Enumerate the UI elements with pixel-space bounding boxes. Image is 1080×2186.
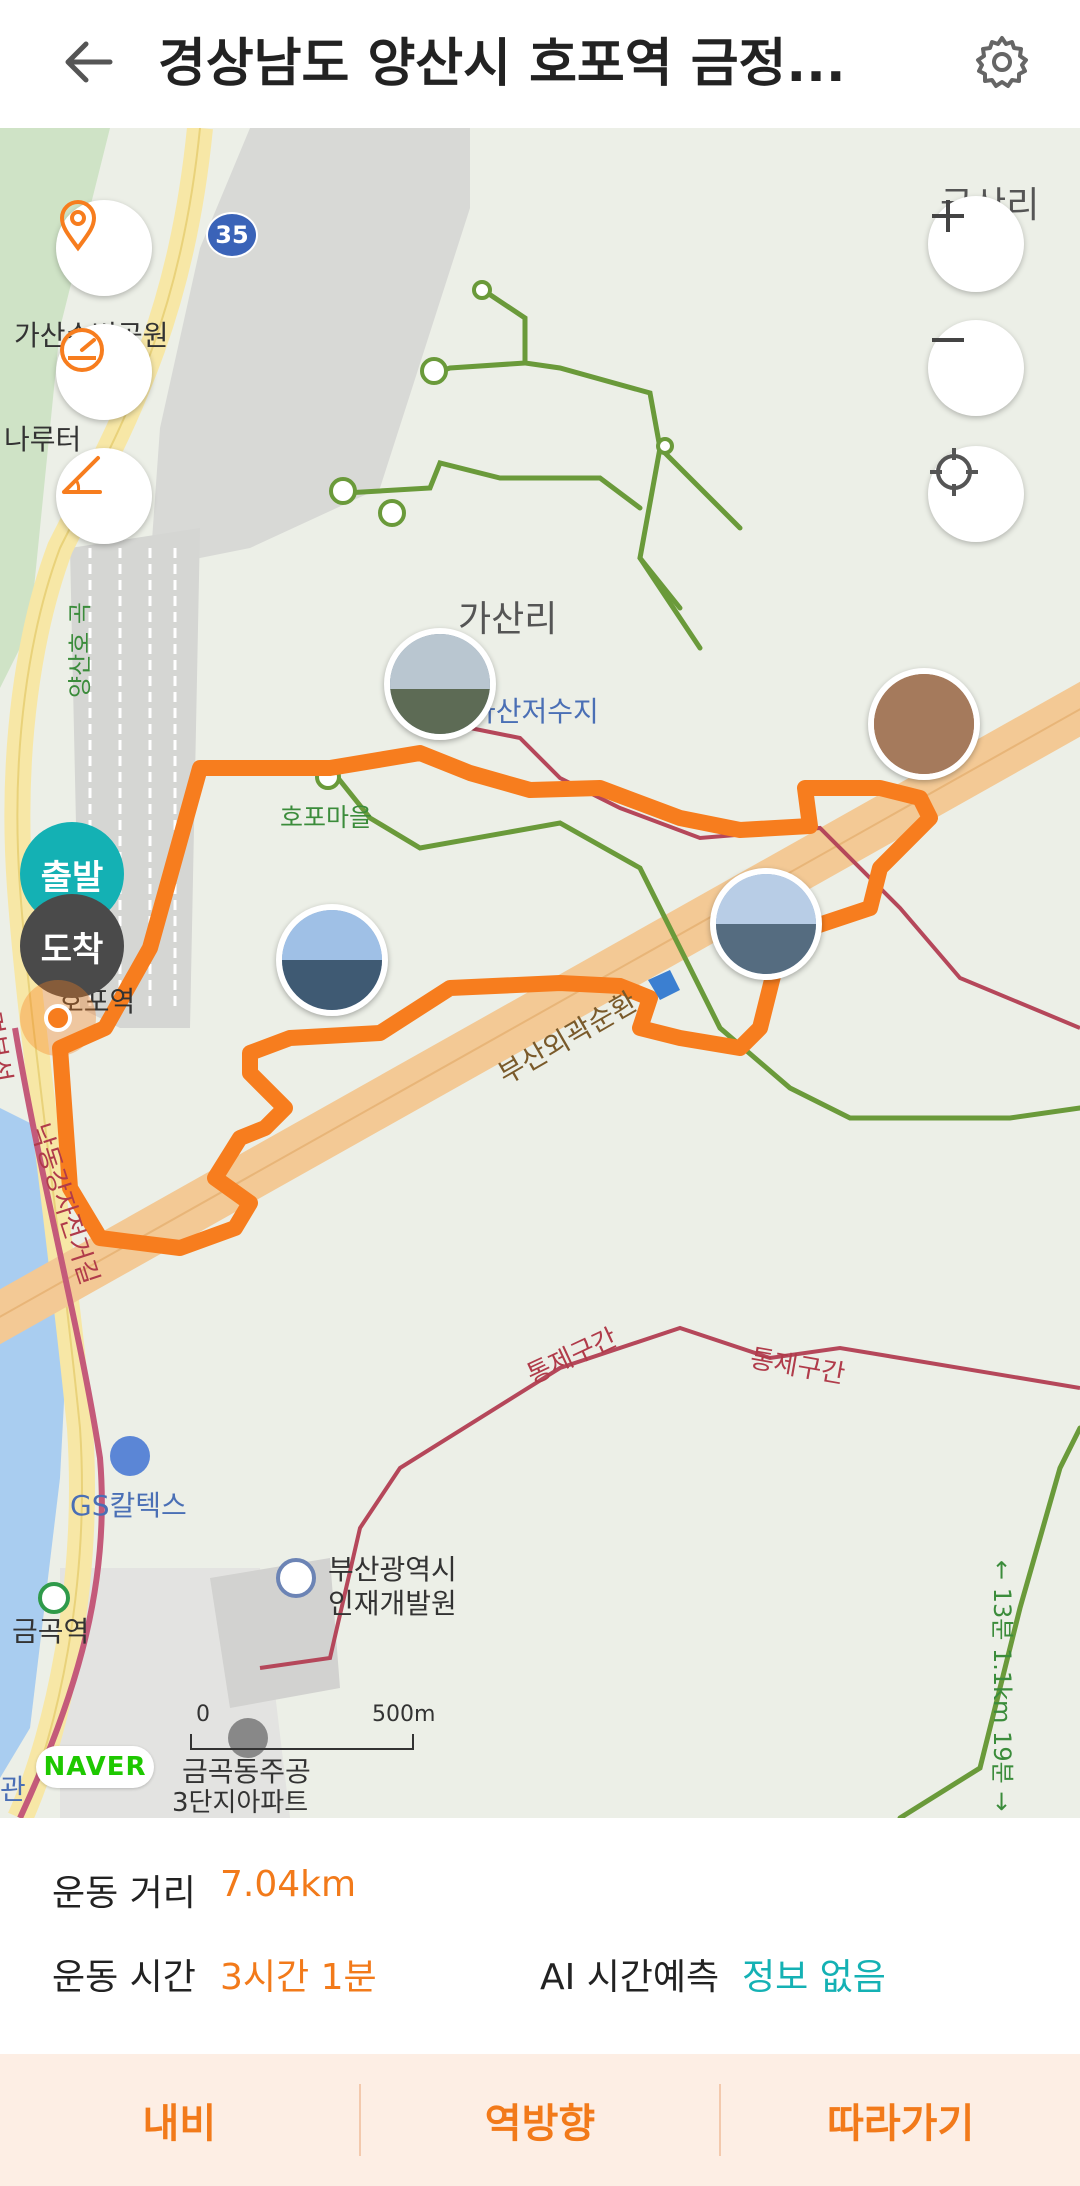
subway-station-icon — [38, 1582, 70, 1614]
naver-logo: NAVER — [36, 1746, 154, 1788]
scale-zero: 0 — [196, 1702, 210, 1727]
map-label-village-mid: 가산리 — [458, 599, 558, 640]
poi-toggle-button[interactable] — [56, 200, 152, 296]
arrow-left-icon — [62, 40, 114, 88]
navi-button[interactable]: 내비 — [0, 2054, 359, 2186]
photo-marker[interactable] — [868, 668, 980, 780]
settings-button[interactable] — [966, 28, 1038, 100]
ai-prediction-value: 정보 없음 — [742, 1957, 886, 1998]
map-label-institute-2: 인재개발원 — [328, 1587, 457, 1620]
photo-marker[interactable] — [710, 868, 822, 980]
page-title: 경상남도 양산시 호포역 금정... — [158, 34, 846, 94]
distance-value: 7.04km — [220, 1864, 357, 1905]
map-label-trail-time: ← 13분 1.1km 19분 → — [988, 1560, 1016, 1812]
ai-prediction-label: AI 시간예측 — [540, 1957, 720, 1998]
slope-toggle-button[interactable] — [56, 448, 152, 544]
gas-station-icon — [110, 1436, 150, 1476]
map-label-station-left: 관 — [0, 1773, 26, 1806]
exercise-stats-panel: 운동 거리 7.04km 운동 시간 3시간 1분 AI 시간예측 정보 없음 — [0, 1818, 1080, 2058]
gear-icon — [974, 34, 1030, 94]
photo-marker[interactable] — [384, 628, 496, 740]
time-label: 운동 시간 — [52, 1957, 196, 1998]
map-canvas — [0, 128, 1080, 1818]
scale-bar — [190, 1734, 414, 1750]
top-app-bar: 경상남도 양산시 호포역 금정... — [0, 0, 1080, 128]
locate-me-button[interactable] — [928, 446, 1024, 542]
institute-poi-icon — [276, 1558, 316, 1598]
distance-label: 운동 거리 — [52, 1873, 196, 1914]
reverse-button[interactable]: 역방향 — [361, 2054, 720, 2186]
speed-toggle-button[interactable] — [56, 324, 152, 420]
follow-button[interactable]: 따라가기 — [721, 2054, 1080, 2186]
road-shield: 35 — [206, 212, 258, 258]
map-label-gs: GS칼텍스 — [70, 1489, 187, 1522]
map-label-station: 금곡역 — [12, 1615, 90, 1648]
current-location-dot — [44, 1004, 72, 1032]
zoom-in-button[interactable] — [928, 196, 1024, 292]
map-label-hopo-village: 호포마을 — [280, 803, 373, 832]
map-label-apt-2: 3단지아파트 — [172, 1788, 309, 1818]
scale-distance: 500m — [372, 1702, 436, 1727]
back-button[interactable] — [52, 32, 124, 96]
zoom-out-button[interactable] — [928, 320, 1024, 416]
bottom-action-bar: 내비 역방향 따라가기 — [0, 2054, 1080, 2186]
map-label-road-vertical: 양산호 곡 — [66, 602, 94, 698]
map-view[interactable]: 금산리 가산수변공원 나루터 가산리 가산저수지 호포마을 부산외곽순환 통제구… — [0, 128, 1080, 1818]
photo-marker[interactable] — [276, 904, 388, 1016]
time-value: 3시간 1분 — [220, 1957, 377, 1998]
